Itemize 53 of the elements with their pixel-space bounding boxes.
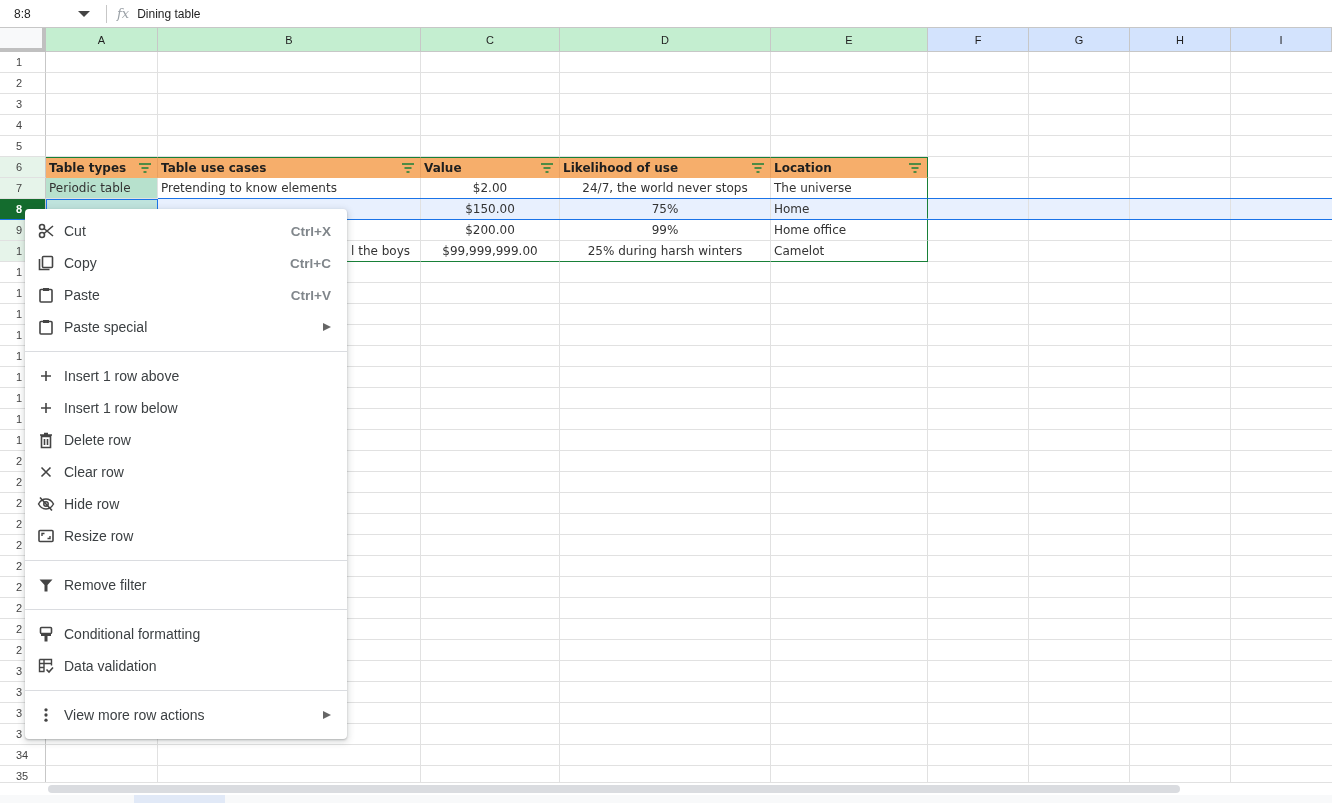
filter-icon[interactable] (139, 162, 151, 173)
table-cell-text: Pretending to know elements (160, 180, 338, 197)
clipboard-icon (37, 318, 55, 336)
filter-icon[interactable] (909, 162, 921, 173)
table-cell-text: $200.00 (464, 222, 516, 239)
plus-icon (40, 402, 52, 414)
table-cell-text: $150.00 (464, 200, 516, 218)
header-text: Table use cases (161, 160, 267, 175)
header-text: Table types (49, 160, 127, 175)
scissors-icon (37, 222, 55, 240)
table-cell-text: 75% (650, 200, 680, 218)
x-icon (40, 466, 52, 478)
formula-field[interactable]: Dining table (137, 6, 201, 21)
select-all-corner[interactable] (0, 28, 46, 52)
table-cell: Camelot (771, 241, 928, 262)
column-header[interactable]: F (928, 28, 1029, 52)
column-header[interactable]: B (158, 28, 421, 52)
header-text: Location (774, 160, 832, 175)
more-vertical-icon (44, 708, 48, 722)
caret-icon (78, 8, 90, 19)
table-cell: 25% during harsh winters (560, 241, 771, 262)
column-header[interactable]: A (46, 28, 158, 52)
column-header[interactable]: H (1130, 28, 1231, 52)
resize-icon (37, 527, 55, 545)
table-cell-text: 24/7, the world never stops (581, 180, 749, 197)
column-header[interactable]: G (1029, 28, 1130, 52)
row-header[interactable]: 6 (0, 157, 46, 178)
column-header[interactable]: C (421, 28, 560, 52)
filter-icon[interactable] (541, 162, 553, 173)
fx-label: fx (117, 6, 130, 21)
column-header[interactable]: I (1231, 28, 1332, 52)
table-cell-text: $2.00 (471, 180, 509, 197)
table-cell: Home office (771, 220, 928, 241)
header-text: Likelihood of use (563, 160, 679, 175)
table-cell: Home (771, 199, 928, 219)
table-cell: $99,999,999.00 (421, 241, 560, 262)
plus-icon (40, 370, 52, 382)
column-header[interactable]: E (771, 28, 928, 52)
table-check-icon (37, 657, 55, 675)
column-header[interactable]: D (560, 28, 771, 52)
eye-slash-icon (37, 495, 55, 513)
header-text: Value (424, 160, 462, 175)
row-header[interactable]: 7 (0, 178, 46, 199)
filter-icon[interactable] (402, 162, 414, 173)
table-cell-text: 99% (650, 222, 680, 239)
scrollbar-thumb[interactable] (48, 785, 1180, 793)
copy-icon (37, 254, 55, 272)
name-box[interactable]: 8:8 (0, 0, 100, 28)
trash-icon (37, 431, 55, 449)
filter-icon[interactable] (752, 162, 764, 173)
table-cell: Periodic table (46, 178, 158, 199)
clipboard-icon (37, 286, 55, 304)
paint-roller-icon (37, 625, 55, 643)
